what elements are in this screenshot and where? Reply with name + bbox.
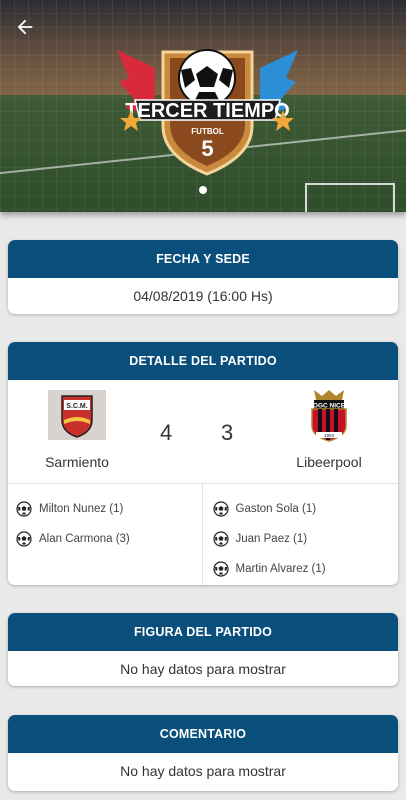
scorer-name: Gaston Sola (1) [235,503,317,515]
logo-number: 5 [201,136,213,161]
scorer-item: Martin Alvarez (1) [212,554,399,584]
soccer-ball-icon [212,501,229,517]
figura-partido-title: FIGURA DEL PARTIDO [8,613,398,651]
away-team-name: Libeerpool [296,454,362,470]
svg-text:S.C.M.: S.C.M. [66,403,87,410]
scorer-name: Milton Nunez (1) [39,503,124,515]
comentario-title: COMENTARIO [8,715,398,753]
fecha-sede-value: 04/08/2019 (16:00 Hs) [133,288,273,304]
scorer-name: Juan Paez (1) [235,533,308,545]
soccer-ball-icon [212,531,229,547]
comentario-value: No hay datos para mostrar [120,763,286,779]
away-scorers-list: Gaston Sola (1) Juan Paez (1) Martin Alv… [203,484,399,585]
logo-subtitle: FUTBOL [191,127,224,136]
detalle-partido-title: DETALLE DEL PARTIDO [8,342,398,380]
soccer-ball-icon [212,561,229,577]
away-score: 3 [221,420,234,445]
home-team-crest: S.C.M. [48,390,106,440]
figura-partido-card: FIGURA DEL PARTIDO No hay datos para mos… [8,613,398,686]
back-button[interactable] [12,14,38,40]
arrow-left-icon [17,19,33,35]
soccer-ball-icon [16,531,32,547]
soccer-ball-icon [16,501,32,517]
sarmiento-crest-icon: S.C.M. [48,390,106,440]
comentario-card: COMENTARIO No hay datos para mostrar [8,715,398,791]
carousel-dot[interactable] [199,186,207,194]
scorer-name: Alan Carmona (3) [39,533,130,545]
match-teams: S.C.M. Sarmiento 4 3 OGC NICE 1904 Libee… [8,380,398,484]
figura-partido-value: No hay datos para mostrar [120,661,286,677]
logo-title: TERCER TIEMPO [125,100,289,122]
home-score: 4 [160,420,173,445]
home-team-name: Sarmiento [45,454,109,470]
scorer-item: Alan Carmona (3) [16,524,202,554]
scorer-item: Gaston Sola (1) [212,494,399,524]
scorer-name: Martin Alvarez (1) [235,563,326,575]
home-team[interactable]: S.C.M. Sarmiento [22,390,132,470]
home-scorers-list: Milton Nunez (1) Alan Carmona (3) [8,484,203,585]
fecha-sede-card: FECHA Y SEDE 04/08/2019 (16:00 Hs) [8,240,398,314]
fecha-sede-title: FECHA Y SEDE [8,240,398,278]
carousel-indicator [0,186,406,194]
scorers-section: Milton Nunez (1) Alan Carmona (3) Gaston… [8,484,398,585]
nice-crest-icon: OGC NICE 1904 [311,390,347,442]
away-team[interactable]: OGC NICE 1904 Libeerpool [274,390,384,470]
away-team-crest: OGC NICE 1904 [300,390,358,442]
header-banner: TERCER TIEMPO FUTBOL 5 [0,0,406,212]
detalle-partido-card: DETALLE DEL PARTIDO S.C.M. Sarmiento 4 3 [8,342,398,585]
svg-text:1904: 1904 [324,433,335,438]
scorer-item: Juan Paez (1) [212,524,399,554]
scorer-item: Milton Nunez (1) [16,494,202,524]
tercer-tiempo-logo: TERCER TIEMPO FUTBOL 5 [117,49,298,176]
